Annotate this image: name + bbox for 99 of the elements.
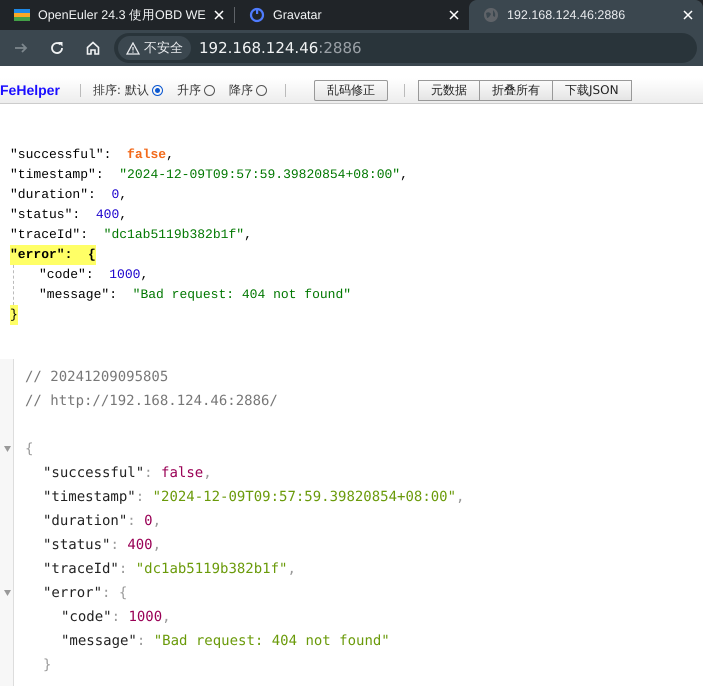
json-key: "duration" <box>43 513 128 529</box>
json-line[interactable]: "message": "Bad request: 404 not found" <box>39 285 352 305</box>
json-key: "timestamp" <box>10 167 96 182</box>
json-line[interactable]: "successful": false, <box>10 145 174 165</box>
toolbar-button[interactable]: 元数据 <box>418 80 480 100</box>
json-comma: , <box>400 167 408 182</box>
json-colon: : <box>144 465 153 481</box>
json-value: "Bad request: 404 not found" <box>154 633 390 649</box>
json-line[interactable]: "status": 400, <box>10 205 128 225</box>
encoding-fix-button[interactable]: 乱码修正 <box>314 80 388 100</box>
home-icon <box>85 40 101 56</box>
json-comma: , <box>152 537 162 553</box>
sort-radio[interactable]: 降序 <box>228 82 267 98</box>
json-line[interactable]: "code": 1000, <box>39 265 148 285</box>
json-key: "error" <box>10 247 65 262</box>
security-chip[interactable]: 不安全 <box>118 36 191 60</box>
code-comment: // 20241209095805 <box>25 369 168 385</box>
fold-arrow-icon[interactable] <box>4 590 11 596</box>
json-comma: , <box>456 489 464 505</box>
json-value: false <box>127 147 166 162</box>
json-colon: : <box>109 287 118 302</box>
json-value: "2024-12-09T09:57:59.39820854+08:00" <box>152 489 456 505</box>
toolbar-button[interactable]: 下载JSON <box>552 80 632 100</box>
json-comma: , <box>119 207 128 222</box>
power-icon <box>249 7 265 23</box>
code-comment: // http://192.168.124.46:2886/ <box>25 393 278 409</box>
json-brace: { <box>88 247 96 262</box>
reload-icon <box>49 40 65 56</box>
toolbar-button[interactable]: 折叠所有 <box>478 80 553 100</box>
json-colon: : <box>136 489 144 505</box>
json-value: "dc1ab5119b382b1f" <box>104 227 244 242</box>
close-icon[interactable] <box>683 10 693 20</box>
json-key: "error" <box>43 585 102 601</box>
json-colon: : <box>96 167 104 182</box>
json-key: "traceId" <box>43 561 119 577</box>
json-value: 0 <box>111 187 120 202</box>
json-comma: , <box>140 267 148 282</box>
json-value: "Bad request: 404 not found" <box>132 287 352 302</box>
json-colon: : <box>118 561 128 577</box>
json-value: 400 <box>96 207 120 222</box>
warning-icon <box>126 42 140 54</box>
address-bar[interactable]: 不安全 192.168.124.46:2886 <box>114 33 697 63</box>
json-brace: { <box>25 441 34 457</box>
json-brace: } <box>10 305 18 325</box>
fold-arrow-icon[interactable] <box>4 446 11 452</box>
json-key: "status" <box>10 207 72 222</box>
json-line[interactable]: "timestamp": "2024-12-09T09:57:59.39820854+08:00", <box>10 165 408 185</box>
json-key: "successful" <box>43 465 144 481</box>
json-comma: , <box>152 513 162 529</box>
json-key: "traceId" <box>10 227 80 242</box>
json-comma: , <box>287 561 296 577</box>
sort-radio[interactable]: 升序 <box>176 82 215 98</box>
json-colon: : <box>110 537 119 553</box>
json-comma: , <box>119 187 128 202</box>
json-line[interactable]: "duration": 0, <box>10 185 128 205</box>
json-comma: , <box>166 147 174 162</box>
close-icon[interactable] <box>449 10 459 20</box>
json-colon: : <box>102 585 110 601</box>
json-comma: , <box>244 227 252 242</box>
json-colon: : <box>88 187 96 202</box>
json-line[interactable]: "traceId": "dc1ab5119b382b1f", <box>10 225 252 245</box>
globe-icon <box>483 7 499 23</box>
url-text: 192.168.124.46:2886 <box>199 39 362 57</box>
json-colon: : <box>112 609 120 625</box>
json-brace: { <box>118 585 128 601</box>
json-value: 0 <box>144 513 153 529</box>
sort-label: 排序: <box>92 82 121 98</box>
json-colon: : <box>136 633 146 649</box>
browser-tab[interactable]: OpenEuler 24.3 使用OBD WE <box>0 0 234 30</box>
browser-tab[interactable]: 192.168.124.46:2886 <box>469 0 703 30</box>
json-comma: , <box>203 465 212 481</box>
json-value: 1000 <box>128 609 162 625</box>
json-key: "message" <box>61 633 137 649</box>
json-colon: : <box>64 247 72 262</box>
json-colon: : <box>104 147 112 162</box>
json-colon: : <box>80 227 88 242</box>
json-key: "status" <box>43 537 110 553</box>
json-value: false <box>161 465 204 481</box>
json-value: "2024-12-09T09:57:59.39820854+08:00" <box>119 167 400 182</box>
json-value: "dc1ab5119b382b1f" <box>136 561 288 577</box>
json-colon: : <box>86 267 94 282</box>
security-label: 不安全 <box>144 40 183 57</box>
json-brace: } <box>43 657 52 673</box>
fehelper-logo: FeHelper <box>0 82 60 98</box>
json-comma: , <box>162 609 171 625</box>
json-key: "message" <box>39 287 110 302</box>
close-icon[interactable] <box>214 10 224 20</box>
stripes-icon <box>14 8 30 22</box>
json-key: "code" <box>61 609 112 625</box>
json-colon: : <box>127 513 136 529</box>
json-key: "timestamp" <box>43 489 136 505</box>
json-key: "code" <box>39 267 86 282</box>
json-key: "successful" <box>10 147 104 162</box>
json-key: "duration" <box>10 187 88 202</box>
browser-tab[interactable]: Gravatar <box>235 0 469 30</box>
json-value: 1000 <box>109 267 140 282</box>
json-value: 400 <box>127 537 153 553</box>
sort-radio[interactable]: 默认 <box>124 82 163 98</box>
json-colon: : <box>72 207 80 222</box>
